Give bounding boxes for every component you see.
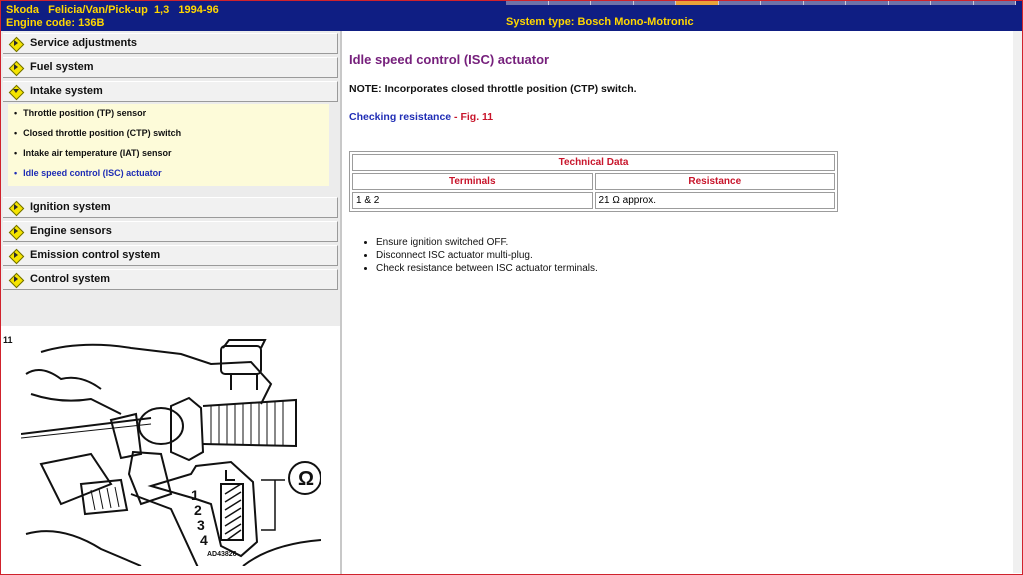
ohm-symbol-label: Ω [298, 468, 314, 490]
submenu-item-ctp-switch[interactable]: Closed throttle position (CTP) switch [14, 128, 181, 138]
expand-arrow-icon [14, 228, 18, 234]
expand-arrow-icon [14, 252, 18, 258]
vehicle-title: Skoda Felicia/Van/Pick-up 1,3 1994-96 [6, 4, 219, 16]
terminal-label-4: 4 [200, 532, 208, 548]
intake-submenu: Throttle position (TP) sensor Closed thr… [8, 104, 329, 186]
nav-item-engine-sensors[interactable]: Engine sensors [3, 221, 338, 242]
nav-item-label: Service adjustments [30, 37, 137, 49]
list-item: Check resistance between ISC actuator te… [376, 262, 598, 275]
submenu-item-iat-sensor[interactable]: Intake air temperature (IAT) sensor [14, 148, 171, 158]
nav-item-label: Intake system [30, 85, 103, 97]
vertical-scrollbar[interactable] [1013, 31, 1022, 573]
system-type: System type: Bosch Mono-Motronic [506, 16, 694, 28]
checking-heading: Checking resistance - Fig. 11 [349, 111, 493, 123]
pane-divider[interactable] [340, 31, 342, 574]
terminal-label-1: 1 [191, 487, 199, 503]
list-item: Ensure ignition switched OFF. [376, 236, 598, 249]
table-caption: Technical Data [352, 154, 835, 171]
figure-number: 11 [3, 335, 13, 345]
terminal-label-2: 2 [194, 502, 202, 518]
nav-item-control-system[interactable]: Control system [3, 269, 338, 290]
nav-item-intake-system[interactable]: Intake system [3, 81, 338, 102]
note-text: NOTE: Incorporates closed throttle posit… [349, 83, 637, 95]
submenu-item-tp-sensor[interactable]: Throttle position (TP) sensor [14, 108, 146, 118]
expand-arrow-icon [14, 40, 18, 46]
figure-panel: 11 Ω 1 2 3 4 AD43826 [1, 330, 340, 573]
nav-item-service-adjustments[interactable]: Service adjustments [3, 33, 338, 54]
column-header-terminals: Terminals [352, 173, 593, 190]
sidebar-nav: Service adjustments Fuel system Intake s… [1, 31, 340, 326]
expand-arrow-icon [14, 204, 18, 210]
header-bar: Skoda Felicia/Van/Pick-up 1,3 1994-96 En… [1, 1, 1022, 31]
nav-item-label: Fuel system [30, 61, 94, 73]
expand-arrow-icon [14, 276, 18, 282]
list-item: Disconnect ISC actuator multi-plug. [376, 249, 598, 262]
nav-item-label: Ignition system [30, 201, 111, 213]
figure-link[interactable]: - Fig. 11 [451, 111, 493, 123]
nav-item-fuel-system[interactable]: Fuel system [3, 57, 338, 78]
table-row: 1 & 2 21 Ω approx. [352, 192, 835, 209]
isc-actuator-diagram: Ω 1 2 3 4 AD43826 [21, 339, 321, 566]
technical-data-table: Technical Data Terminals Resistance 1 & … [349, 151, 838, 212]
submenu-item-isc-actuator[interactable]: Idle speed control (ISC) actuator [14, 168, 162, 178]
procedure-steps: Ensure ignition switched OFF. Disconnect… [362, 236, 598, 275]
column-header-resistance: Resistance [594, 173, 835, 190]
figure-code: AD43826 [207, 551, 237, 558]
nav-item-ignition-system[interactable]: Ignition system [3, 197, 338, 218]
engine-code: Engine code: 136B [6, 17, 105, 29]
table-cell-terminals: 1 & 2 [352, 192, 593, 209]
terminal-label-3: 3 [197, 517, 205, 533]
nav-item-emission-control[interactable]: Emission control system [3, 245, 338, 266]
expand-arrow-icon [14, 64, 18, 70]
nav-item-label: Emission control system [30, 249, 161, 261]
page-title: Idle speed control (ISC) actuator [349, 52, 550, 67]
nav-item-label: Engine sensors [30, 225, 112, 237]
header-tab-strip[interactable] [506, 1, 1016, 6]
table-cell-resistance: 21 Ω approx. [594, 192, 835, 209]
checking-label: Checking resistance [349, 111, 452, 123]
nav-item-label: Control system [30, 273, 111, 285]
collapse-arrow-icon [13, 89, 19, 93]
